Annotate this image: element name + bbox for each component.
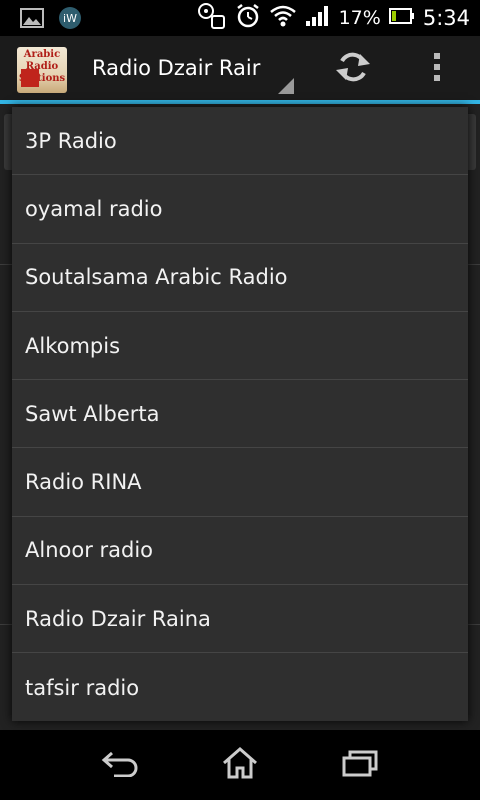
- station-title: Radio Dzair Rair: [92, 56, 261, 80]
- list-item-label: Alnoor radio: [25, 538, 154, 563]
- refresh-button[interactable]: [330, 48, 376, 90]
- list-item-label: 3P Radio: [25, 128, 117, 153]
- location-icon: [197, 2, 227, 34]
- wifi-icon: [269, 4, 297, 32]
- signal-icon: [305, 5, 331, 31]
- navigation-bar: [0, 730, 480, 800]
- list-item[interactable]: Radio Dzair Raina: [12, 585, 468, 654]
- list-item[interactable]: Radio RINA: [12, 448, 468, 517]
- home-button[interactable]: [210, 744, 270, 786]
- more-vert-icon: [432, 52, 442, 86]
- list-item-label: Radio Dzair Raina: [25, 606, 211, 631]
- station-dropdown-list: 3P Radio oyamal radio Soutalsama Arabic …: [12, 107, 468, 721]
- recent-apps-icon: [340, 748, 380, 782]
- app-logo[interactable]: Arabic Radio Stations: [17, 47, 67, 93]
- list-item[interactable]: tafsir radio: [12, 653, 468, 721]
- list-item[interactable]: Sawt Alberta: [12, 380, 468, 449]
- spinner-arrow-icon: [278, 78, 294, 94]
- list-item-label: Alkompis: [25, 333, 121, 358]
- back-icon: [100, 749, 140, 781]
- overflow-menu-button[interactable]: [422, 48, 452, 90]
- list-item[interactable]: 3P Radio: [12, 107, 468, 176]
- home-icon: [220, 746, 260, 784]
- recent-apps-button[interactable]: [330, 744, 390, 786]
- back-button[interactable]: [90, 744, 150, 786]
- battery-icon: [388, 8, 415, 28]
- list-item-label: tafsir radio: [25, 675, 140, 700]
- list-item[interactable]: Alkompis: [12, 312, 468, 381]
- list-item-label: Sawt Alberta: [25, 401, 160, 426]
- list-item-label: Radio RINA: [25, 470, 142, 495]
- list-item[interactable]: oyamal radio: [12, 175, 468, 244]
- status-bar: iW 17% 5:34: [0, 0, 480, 36]
- svg-text:iW: iW: [63, 12, 77, 25]
- list-item-label: oyamal radio: [25, 196, 163, 221]
- list-item[interactable]: Soutalsama Arabic Radio: [12, 244, 468, 312]
- list-item-label: Soutalsama Arabic Radio: [25, 265, 288, 290]
- battery-percent: 17%: [338, 7, 381, 29]
- logo-graphic: [21, 69, 39, 87]
- station-spinner[interactable]: Radio Dzair Rair: [90, 36, 296, 100]
- list-item[interactable]: Alnoor radio: [12, 517, 468, 586]
- gallery-notification-icon: [20, 8, 44, 32]
- alarm-icon: [235, 3, 261, 33]
- app-notification-icon: iW: [58, 6, 82, 34]
- refresh-icon: [334, 49, 372, 89]
- clock: 5:34: [422, 6, 470, 30]
